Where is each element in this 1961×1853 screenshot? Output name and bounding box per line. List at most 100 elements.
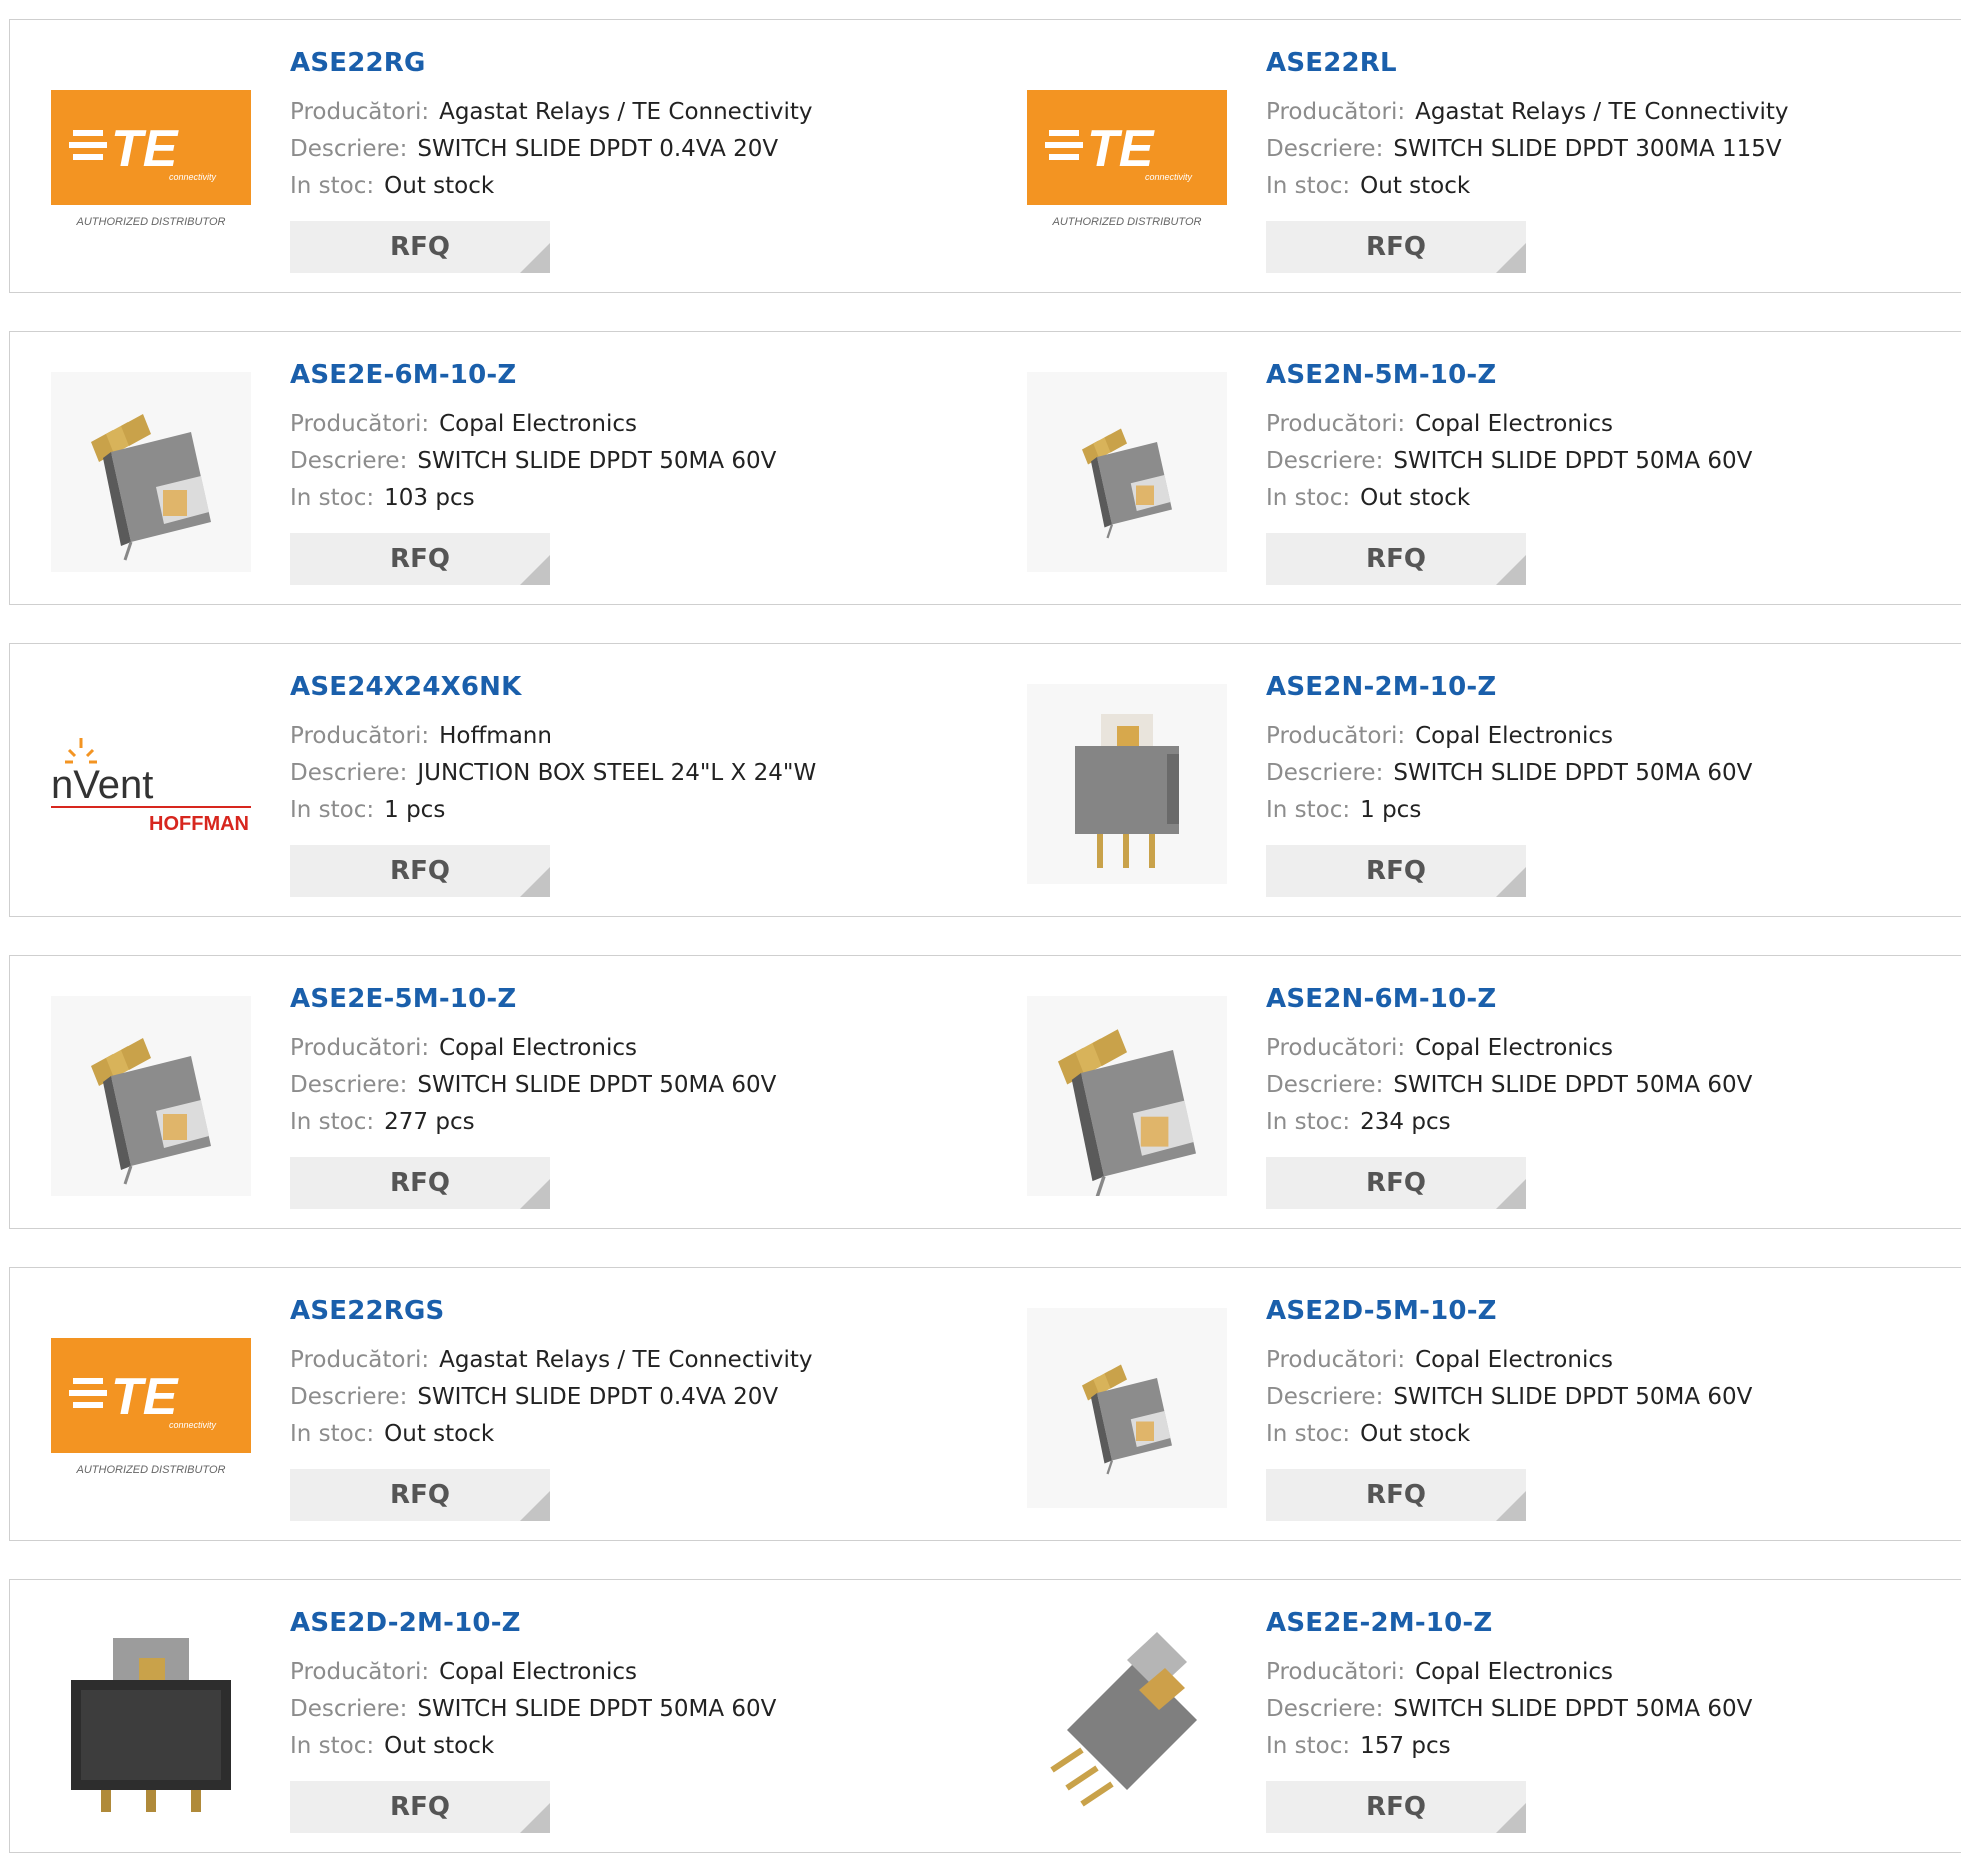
- product-name-link[interactable]: ASE22RGS: [290, 1296, 444, 1326]
- rfq-button[interactable]: RFQ: [1266, 845, 1526, 897]
- te-logo-caption: AUTHORIZED DISTRIBUTOR: [1052, 216, 1202, 228]
- product-info: ASE22RGS Producători: Agastat Relays / TE…: [290, 1296, 966, 1453]
- rfq-corner-decoration: [520, 243, 550, 273]
- product-image[interactable]: [51, 372, 251, 572]
- product-info: ASE2N-6M-10-Z Producători: Copal Electron…: [1266, 984, 1942, 1141]
- rfq-corner-decoration: [520, 1803, 550, 1833]
- product-image[interactable]: [1027, 1620, 1227, 1820]
- product-info: ASE24X24X6NK Producători: Hoffmann Descri…: [290, 672, 966, 829]
- product-name-link[interactable]: ASE2E-6M-10-Z: [290, 360, 516, 390]
- rfq-button[interactable]: RFQ: [290, 533, 550, 585]
- rfq-button-label: RFQ: [390, 1792, 450, 1822]
- manufacturer-value: Copal Electronics: [439, 411, 637, 437]
- stock-line: In stoc: 103 pcs: [290, 480, 966, 517]
- product-name-link[interactable]: ASE2D-5M-10-Z: [1266, 1296, 1497, 1326]
- manufacturer-line: Producători: Agastat Relays / TE Connecti…: [290, 94, 966, 131]
- product-card: TE connectivity AUTHORIZED DISTRIBUTOR A…: [9, 1267, 987, 1541]
- product-image[interactable]: TE connectivity AUTHORIZED DISTRIBUTOR: [1027, 60, 1227, 260]
- rfq-corner-decoration: [1496, 867, 1526, 897]
- product-info: ASE22RG Producători: Agastat Relays / TE …: [290, 48, 966, 205]
- product-card: TE connectivity AUTHORIZED DISTRIBUTOR A…: [9, 19, 987, 293]
- rfq-button[interactable]: RFQ: [290, 845, 550, 897]
- description-line: Descriere: SWITCH SLIDE DPDT 50MA 60V: [1266, 1067, 1942, 1104]
- stock-line: In stoc: Out stock: [1266, 480, 1942, 517]
- description-line: Descriere: JUNCTION BOX STEEL 24"L X 24"W: [290, 755, 966, 792]
- product-image[interactable]: [51, 1620, 251, 1820]
- product-name-link[interactable]: ASE2N-5M-10-Z: [1266, 360, 1496, 390]
- product-name-link[interactable]: ASE24X24X6NK: [290, 672, 521, 702]
- product-image[interactable]: [1027, 1308, 1227, 1508]
- manufacturer-label: Producători:: [290, 723, 430, 749]
- manufacturer-line: Producători: Copal Electronics: [290, 1654, 966, 1691]
- description-value: SWITCH SLIDE DPDT 50MA 60V: [1393, 760, 1753, 786]
- manufacturer-line: Producători: Hoffmann: [290, 718, 966, 755]
- description-label: Descriere:: [1266, 1072, 1384, 1098]
- product-info: ASE2N-2M-10-Z Producători: Copal Electron…: [1266, 672, 1942, 829]
- stock-value: 1 pcs: [384, 797, 446, 823]
- stock-label: In stoc:: [290, 1733, 375, 1759]
- manufacturer-line: Producători: Copal Electronics: [1266, 1342, 1942, 1379]
- product-info: ASE2D-2M-10-Z Producători: Copal Electron…: [290, 1608, 966, 1765]
- product-image[interactable]: TE connectivity AUTHORIZED DISTRIBUTOR: [51, 1308, 251, 1508]
- product-image[interactable]: [1027, 684, 1227, 884]
- product-name-link[interactable]: ASE2E-5M-10-Z: [290, 984, 516, 1014]
- rfq-button[interactable]: RFQ: [290, 221, 550, 273]
- stock-value: 157 pcs: [1360, 1733, 1451, 1759]
- product-name-link[interactable]: ASE2N-6M-10-Z: [1266, 984, 1496, 1014]
- product-card: ASE2N-2M-10-Z Producători: Copal Electron…: [986, 643, 1961, 917]
- rfq-button-label: RFQ: [1366, 1792, 1426, 1822]
- description-value: SWITCH SLIDE DPDT 50MA 60V: [417, 1072, 777, 1098]
- product-info: ASE2E-2M-10-Z Producători: Copal Electron…: [1266, 1608, 1942, 1765]
- rfq-button[interactable]: RFQ: [1266, 1469, 1526, 1521]
- manufacturer-label: Producători:: [290, 1035, 430, 1061]
- product-info: ASE2E-6M-10-Z Producători: Copal Electron…: [290, 360, 966, 517]
- product-row: ASE2D-2M-10-Z Producători: Copal Electron…: [9, 1579, 1961, 1853]
- product-row: TE connectivity AUTHORIZED DISTRIBUTOR A…: [9, 19, 1961, 293]
- description-value: SWITCH SLIDE DPDT 300MA 115V: [1393, 136, 1782, 162]
- rfq-button-label: RFQ: [1366, 856, 1426, 886]
- product-name-link[interactable]: ASE22RL: [1266, 48, 1397, 78]
- te-logo-subtext: connectivity: [1145, 172, 1193, 182]
- product-card: nVent HOFFMAN ASE24X24X6NK Producători: H…: [9, 643, 987, 917]
- rfq-button[interactable]: RFQ: [290, 1781, 550, 1833]
- rfq-button[interactable]: RFQ: [1266, 1157, 1526, 1209]
- description-label: Descriere:: [290, 760, 408, 786]
- product-info: ASE2D-5M-10-Z Producători: Copal Electron…: [1266, 1296, 1942, 1453]
- manufacturer-label: Producători:: [1266, 99, 1406, 125]
- manufacturer-line: Producători: Agastat Relays / TE Connecti…: [290, 1342, 966, 1379]
- manufacturer-value: Copal Electronics: [439, 1035, 637, 1061]
- description-label: Descriere:: [1266, 136, 1384, 162]
- stock-label: In stoc:: [1266, 1109, 1351, 1135]
- product-card: ASE2E-6M-10-Z Producători: Copal Electron…: [9, 331, 987, 605]
- product-name-link[interactable]: ASE2N-2M-10-Z: [1266, 672, 1496, 702]
- rfq-button[interactable]: RFQ: [1266, 1781, 1526, 1833]
- product-image[interactable]: [51, 996, 251, 1196]
- product-name-link[interactable]: ASE22RG: [290, 48, 426, 78]
- rfq-button[interactable]: RFQ: [290, 1157, 550, 1209]
- product-image[interactable]: nVent HOFFMAN: [51, 684, 251, 884]
- rfq-button[interactable]: RFQ: [1266, 221, 1526, 273]
- product-row: nVent HOFFMAN ASE24X24X6NK Producători: H…: [9, 643, 1961, 917]
- te-logo-text: TE: [111, 120, 179, 178]
- product-image[interactable]: [1027, 996, 1227, 1196]
- manufacturer-line: Producători: Agastat Relays / TE Connecti…: [1266, 94, 1942, 131]
- manufacturer-label: Producători:: [290, 1659, 430, 1685]
- description-line: Descriere: SWITCH SLIDE DPDT 50MA 60V: [290, 443, 966, 480]
- manufacturer-line: Producători: Copal Electronics: [1266, 718, 1942, 755]
- product-card: ASE2N-5M-10-Z Producători: Copal Electron…: [986, 331, 1961, 605]
- product-image[interactable]: [1027, 372, 1227, 572]
- product-name-link[interactable]: ASE2E-2M-10-Z: [1266, 1608, 1492, 1638]
- rfq-corner-decoration: [1496, 1491, 1526, 1521]
- description-line: Descriere: SWITCH SLIDE DPDT 50MA 60V: [1266, 755, 1942, 792]
- product-name-link[interactable]: ASE2D-2M-10-Z: [290, 1608, 521, 1638]
- rfq-button[interactable]: RFQ: [1266, 533, 1526, 585]
- rfq-button[interactable]: RFQ: [290, 1469, 550, 1521]
- description-line: Descriere: SWITCH SLIDE DPDT 50MA 60V: [1266, 1379, 1942, 1416]
- stock-label: In stoc:: [290, 1109, 375, 1135]
- rfq-corner-decoration: [520, 1179, 550, 1209]
- stock-value: 234 pcs: [1360, 1109, 1451, 1135]
- te-logo-subtext: connectivity: [169, 172, 217, 182]
- product-image[interactable]: TE connectivity AUTHORIZED DISTRIBUTOR: [51, 60, 251, 260]
- product-info: ASE2E-5M-10-Z Producători: Copal Electron…: [290, 984, 966, 1141]
- manufacturer-value: Agastat Relays / TE Connectivity: [1415, 99, 1789, 125]
